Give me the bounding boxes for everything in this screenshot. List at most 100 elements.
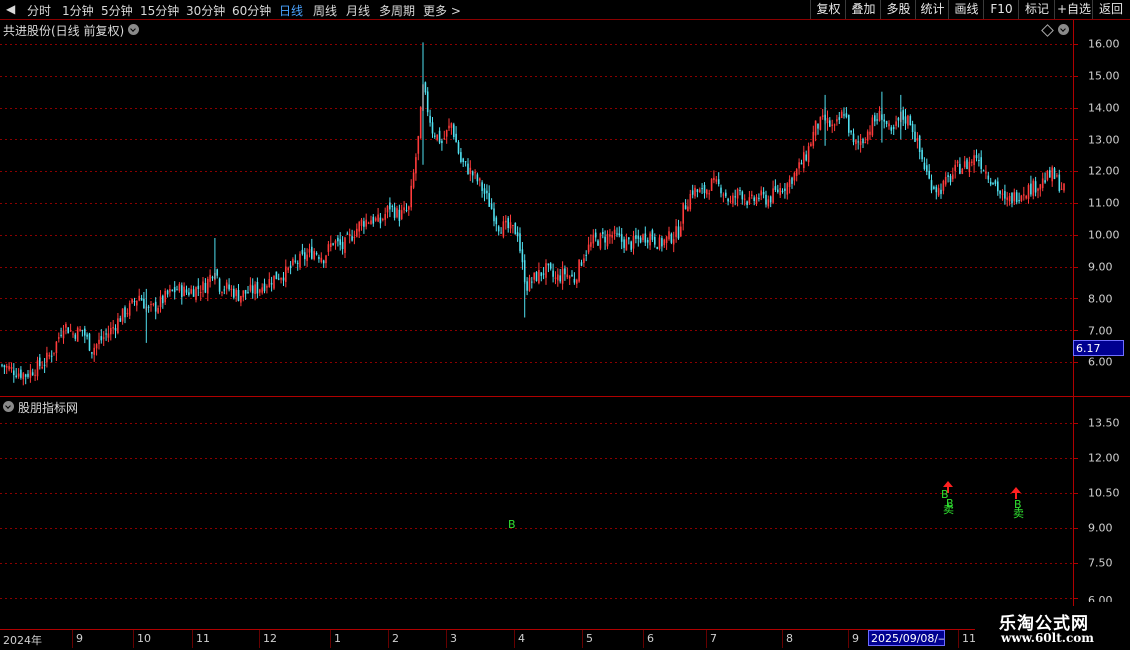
candle-body xyxy=(803,152,805,169)
candle-body xyxy=(10,367,13,369)
candle-body xyxy=(190,289,192,294)
candle-body xyxy=(611,235,613,238)
candle-body xyxy=(651,230,654,240)
date-label: 4 xyxy=(518,632,525,645)
date-tick xyxy=(582,630,583,648)
candle-body xyxy=(658,237,661,249)
candle-body xyxy=(956,161,959,164)
candle-body xyxy=(772,188,774,203)
candle-body xyxy=(391,206,394,207)
candle-body xyxy=(251,285,254,294)
candle-body xyxy=(1027,185,1030,199)
candle-body xyxy=(942,180,945,191)
y-tick: 16.00 xyxy=(1088,37,1120,51)
candle-body xyxy=(840,111,843,118)
candle-body xyxy=(419,107,422,139)
candle-body xyxy=(1032,180,1035,196)
indicator-menu-icon[interactable] xyxy=(3,401,14,412)
main-panel-menu-icon[interactable] xyxy=(128,24,139,35)
candle-body xyxy=(306,254,308,261)
date-label: 9 xyxy=(76,632,83,645)
candle-body xyxy=(876,119,878,121)
candle-body xyxy=(417,136,420,154)
candle-body xyxy=(469,167,472,174)
y-tick: 11.00 xyxy=(1088,196,1120,210)
candle-body xyxy=(344,237,346,253)
candle-body xyxy=(727,198,729,202)
candle-body xyxy=(367,222,370,224)
candle-body xyxy=(817,123,819,129)
candle-body xyxy=(289,265,292,269)
candle-body xyxy=(547,263,550,266)
candle-body xyxy=(559,275,561,282)
candle-body xyxy=(715,179,718,182)
candle-body xyxy=(952,174,954,180)
candle-body xyxy=(703,185,706,194)
candle-body xyxy=(117,318,119,333)
candle-body xyxy=(256,282,259,294)
candle-body xyxy=(339,239,341,245)
candle-body xyxy=(301,249,304,254)
candle-body xyxy=(76,327,79,342)
candle-body xyxy=(594,232,597,238)
candle-body xyxy=(169,289,171,293)
candle-body xyxy=(665,236,668,243)
candle-body xyxy=(322,260,325,264)
panel-options-icon[interactable] xyxy=(1058,24,1069,35)
candle-body xyxy=(450,123,453,128)
candle-body xyxy=(699,189,701,193)
candle-body xyxy=(696,189,699,192)
kline-chart[interactable] xyxy=(0,0,1130,650)
date-tick xyxy=(782,630,783,648)
candle-body xyxy=(173,287,176,293)
candle-body xyxy=(994,180,997,184)
candle-body xyxy=(701,188,703,190)
candle-body xyxy=(710,178,713,191)
candle-body xyxy=(1023,194,1025,196)
candle-body xyxy=(479,178,481,181)
sell-signal: 卖 xyxy=(943,503,954,516)
candle-body xyxy=(866,131,869,141)
candle-body xyxy=(642,234,644,240)
candle-body xyxy=(833,124,836,126)
candle-body xyxy=(845,113,848,118)
candle-body xyxy=(412,172,415,188)
candle-body xyxy=(826,118,829,124)
candle-body xyxy=(235,289,237,297)
candle-body xyxy=(1006,197,1008,200)
candle-body xyxy=(223,289,226,291)
candle-body xyxy=(805,154,807,161)
candle-body xyxy=(656,247,658,249)
candle-body xyxy=(408,206,410,210)
candle-body xyxy=(791,177,793,184)
candle-body xyxy=(462,158,464,162)
candle-body xyxy=(505,220,507,223)
candle-body xyxy=(263,283,266,292)
candle-body xyxy=(348,233,351,237)
candle-body xyxy=(606,234,609,247)
candle-body xyxy=(798,162,800,169)
candle-body xyxy=(507,218,509,228)
candle-body xyxy=(242,290,245,298)
candle-body xyxy=(512,225,514,226)
candle-body xyxy=(713,177,715,181)
crosshair-date-label: 2025/09/08/— xyxy=(868,630,945,646)
candle-body xyxy=(663,239,666,246)
candle-body xyxy=(973,155,975,165)
candle-body xyxy=(228,284,230,290)
candle-body xyxy=(29,370,32,378)
candle-body xyxy=(916,138,919,141)
candle-body xyxy=(233,288,235,298)
candle-body xyxy=(743,198,746,200)
candle-body xyxy=(334,240,337,244)
candle-body xyxy=(632,235,635,249)
candle-body xyxy=(110,328,112,335)
candle-body xyxy=(926,165,928,172)
candle-body xyxy=(852,133,855,143)
candle-body xyxy=(1053,168,1056,179)
candle-body xyxy=(829,120,831,127)
candle-body xyxy=(360,219,363,226)
candle-body xyxy=(13,370,15,376)
candle-body xyxy=(171,289,174,291)
date-tick xyxy=(643,630,644,648)
